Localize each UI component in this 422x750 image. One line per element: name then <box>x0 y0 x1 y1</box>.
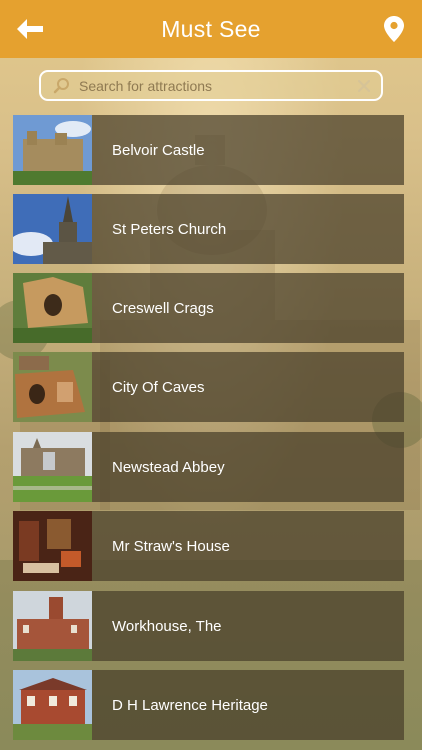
search-input[interactable] <box>79 73 357 98</box>
attraction-name: St Peters Church <box>112 220 227 238</box>
attraction-thumbnail <box>13 115 92 185</box>
attraction-thumbnail <box>13 273 92 343</box>
abbey-photo-icon <box>13 432 92 502</box>
search-icon <box>53 77 69 93</box>
list-item-city-of-caves[interactable]: City Of Caves <box>13 352 404 422</box>
clear-icon[interactable] <box>357 79 371 93</box>
navigation-bar: Must See <box>0 0 422 58</box>
back-button[interactable] <box>12 14 48 44</box>
attraction-name: Newstead Abbey <box>112 458 225 476</box>
attraction-name: Belvoir Castle <box>112 141 205 159</box>
map-pin-icon <box>384 16 404 42</box>
list-item-newstead-abbey[interactable]: Newstead Abbey <box>13 432 404 502</box>
list-item-dh-lawrence-heritage[interactable]: D H Lawrence Heritage <box>13 670 404 740</box>
heritage-house-photo-icon <box>13 670 92 740</box>
caves-photo-icon <box>13 352 92 422</box>
attraction-name: D H Lawrence Heritage <box>112 696 268 714</box>
arrow-left-icon <box>17 19 43 39</box>
attraction-thumbnail <box>13 511 92 581</box>
page-title: Must See <box>161 15 261 42</box>
list-item-st-peters-church[interactable]: St Peters Church <box>13 194 404 264</box>
workhouse-photo-icon <box>13 591 92 661</box>
attraction-name: Mr Straw's House <box>112 537 230 555</box>
search-bar <box>39 70 383 101</box>
church-photo-icon <box>13 194 92 264</box>
list-item-mr-straws-house[interactable]: Mr Straw's House <box>13 511 404 581</box>
list-item-belvoir-castle[interactable]: Belvoir Castle <box>13 115 404 185</box>
attraction-thumbnail <box>13 432 92 502</box>
location-button[interactable] <box>380 14 408 44</box>
castle-photo-icon <box>13 115 92 185</box>
attraction-thumbnail <box>13 670 92 740</box>
attraction-thumbnail <box>13 194 92 264</box>
attraction-thumbnail <box>13 591 92 661</box>
house-interior-photo-icon <box>13 511 92 581</box>
attraction-name: Creswell Crags <box>112 299 214 317</box>
crags-photo-icon <box>13 273 92 343</box>
attraction-name: Workhouse, The <box>112 617 222 635</box>
list-item-workhouse-the[interactable]: Workhouse, The <box>13 591 404 661</box>
attraction-name: City Of Caves <box>112 378 205 396</box>
list-item-creswell-crags[interactable]: Creswell Crags <box>13 273 404 343</box>
attraction-thumbnail <box>13 352 92 422</box>
